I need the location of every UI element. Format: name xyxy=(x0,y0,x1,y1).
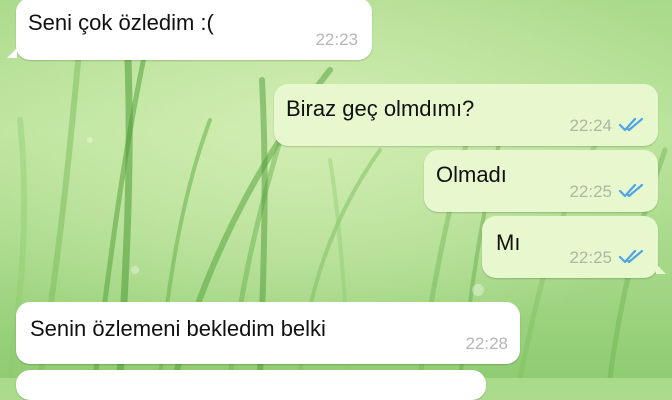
double-check-icon xyxy=(618,249,644,264)
message-time: 22:23 xyxy=(315,30,358,49)
message-bubble-incoming[interactable]: Senin özlemeni bekledim belki 22:28 xyxy=(16,302,520,364)
bubble-tail xyxy=(656,264,666,274)
message-text: Mı xyxy=(496,230,521,255)
message-bubble-outgoing[interactable]: Olmadı 22:25 xyxy=(424,150,658,212)
message-text: Seni çok özledim :( xyxy=(28,10,214,35)
double-check-icon xyxy=(618,117,644,132)
message-bubble-outgoing[interactable]: Mı 22:25 xyxy=(482,216,658,278)
message-text: Olmadı xyxy=(436,162,507,187)
message-time: 22:24 xyxy=(569,116,612,135)
message-text: Biraz geç olmdımı? xyxy=(286,96,475,121)
message-time: 22:28 xyxy=(465,334,508,353)
message-bubble-outgoing[interactable]: Biraz geç olmdımı? 22:24 xyxy=(274,84,658,146)
message-time: 22:25 xyxy=(569,182,612,201)
message-text: Senin özlemeni bekledim belki xyxy=(30,316,326,341)
message-bubble-incoming[interactable]: Seni çok özledim :( 22:23 xyxy=(16,0,372,60)
double-check-icon xyxy=(618,183,644,198)
bubble-tail xyxy=(7,48,17,58)
message-bubble-incoming-partial[interactable] xyxy=(16,370,486,400)
message-time: 22:25 xyxy=(569,248,612,267)
